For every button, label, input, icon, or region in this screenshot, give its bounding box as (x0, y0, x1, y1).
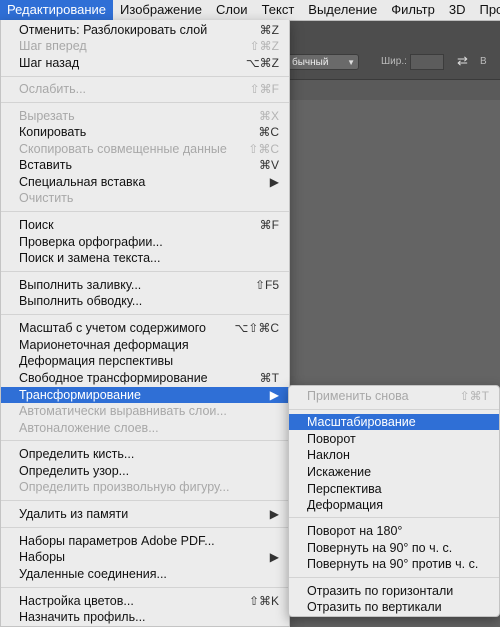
menu-item-paste-special[interactable]: Специальная вставка ▶ (1, 174, 289, 190)
menu-item-clear[interactable]: Очистить (1, 190, 289, 206)
chevron-right-icon: ▶ (269, 388, 279, 402)
menu-item-step-forward[interactable]: Шаг вперед ⇧⌘Z (1, 38, 289, 54)
submenu-item-flip-horizontal[interactable]: Отразить по горизонтали (289, 583, 499, 599)
menu-item-content-aware-scale[interactable]: Масштаб с учетом содержимого ⌥⇧⌘C (1, 320, 289, 336)
menu-item-free-transform[interactable]: Свободное трансформирование ⌘T (1, 370, 289, 386)
menu-item-perspective-warp[interactable]: Деформация перспективы (1, 353, 289, 369)
menu-item-pdf-presets[interactable]: Наборы параметров Adobe PDF... (1, 533, 289, 549)
menu-item-define-brush[interactable]: Определить кисть... (1, 446, 289, 462)
chevron-right-icon: ▶ (269, 507, 279, 521)
menu-item-paste[interactable]: Вставить ⌘V (1, 157, 289, 173)
menu-separator (289, 409, 499, 410)
menu-filter[interactable]: Фильтр (384, 0, 442, 20)
menu-item-auto-align[interactable]: Автоматически выравнивать слои... (1, 403, 289, 419)
menu-item-fade[interactable]: Ослабить... ⇧⌘F (1, 81, 289, 97)
submenu-item-perspective[interactable]: Перспектива (289, 481, 499, 497)
menu-separator (1, 587, 289, 588)
menu-item-color-settings[interactable]: Настройка цветов... ⇧⌘K (1, 593, 289, 609)
menu-separator (1, 314, 289, 315)
transform-submenu: Применить снова ⇧⌘T Масштабирование Повор… (288, 385, 500, 617)
document-tab-strip (285, 80, 500, 100)
menu-item-remote-connections[interactable]: Удаленные соединения... (1, 566, 289, 582)
options-bar: бычный ▼ Шир.: ⇄ В (285, 21, 500, 80)
submenu-item-skew[interactable]: Наклон (289, 447, 499, 463)
edit-menu: Отменить: Разблокировать слой ⌘Z Шаг впер… (0, 20, 290, 627)
menu-item-puppet-warp[interactable]: Марионеточная деформация (1, 337, 289, 353)
menu-item-cut[interactable]: Вырезать ⌘X (1, 108, 289, 124)
menu-separator (1, 211, 289, 212)
submenu-item-warp[interactable]: Деформация (289, 497, 499, 513)
menu-item-find-replace[interactable]: Поиск и замена текста... (1, 250, 289, 266)
menu-item-spell-check[interactable]: Проверка орфографии... (1, 234, 289, 250)
submenu-item-flip-vertical[interactable]: Отразить по вертикали (289, 599, 499, 615)
width-label: Шир.: (381, 56, 407, 67)
menu-item-purge[interactable]: Удалить из памяти ▶ (1, 506, 289, 522)
menu-image[interactable]: Изображение (113, 0, 209, 20)
menu-layers[interactable]: Слои (209, 0, 255, 20)
menu-view[interactable]: Про (472, 0, 500, 20)
menu-separator (1, 271, 289, 272)
menu-item-fill[interactable]: Выполнить заливку... ⇧F5 (1, 277, 289, 293)
menu-3d[interactable]: 3D (442, 0, 473, 20)
menu-separator (289, 517, 499, 518)
menu-separator (1, 500, 289, 501)
menu-text[interactable]: Текст (255, 0, 302, 20)
menu-item-presets[interactable]: Наборы ▶ (1, 549, 289, 565)
submenu-item-rotate-90-ccw[interactable]: Повернуть на 90° против ч. с. (289, 556, 499, 572)
menu-edit[interactable]: Редактирование (0, 0, 114, 20)
menu-item-define-pattern[interactable]: Определить узор... (1, 463, 289, 479)
menu-separator (1, 76, 289, 77)
menu-item-undo[interactable]: Отменить: Разблокировать слой ⌘Z (1, 22, 289, 38)
menu-item-stroke[interactable]: Выполнить обводку... (1, 293, 289, 309)
submenu-item-scale[interactable]: Масштабирование (289, 414, 499, 430)
height-label: В (480, 56, 487, 67)
app-menubar: Редактирование Изображение Слои Текст Вы… (0, 0, 500, 21)
menu-select[interactable]: Выделение (301, 0, 384, 20)
submenu-item-rotate-90-cw[interactable]: Повернуть на 90° по ч. с. (289, 540, 499, 556)
swap-icon[interactable]: ⇄ (457, 53, 468, 69)
submenu-item-rotate[interactable]: Поворот (289, 431, 499, 447)
chevron-right-icon: ▶ (269, 550, 279, 564)
submenu-item-rotate-180[interactable]: Поворот на 180° (289, 523, 499, 539)
menu-item-assign-profile[interactable]: Назначить профиль... (1, 609, 289, 625)
menu-item-copy[interactable]: Копировать ⌘C (1, 124, 289, 140)
blend-mode-value: бычный (292, 57, 329, 68)
submenu-item-distort[interactable]: Искажение (289, 464, 499, 480)
menu-separator (1, 440, 289, 441)
chevron-down-icon: ▼ (347, 58, 355, 67)
menu-item-search[interactable]: Поиск ⌘F (1, 217, 289, 233)
chevron-right-icon: ▶ (269, 175, 279, 189)
menu-item-copy-merged[interactable]: Скопировать совмещенные данные ⇧⌘C (1, 141, 289, 157)
menu-separator (289, 577, 499, 578)
menu-item-step-back[interactable]: Шаг назад ⌥⌘Z (1, 55, 289, 71)
menu-separator (1, 527, 289, 528)
submenu-item-again[interactable]: Применить снова ⇧⌘T (289, 388, 499, 404)
width-input[interactable] (410, 54, 444, 70)
menu-item-define-shape[interactable]: Определить произвольную фигуру... (1, 479, 289, 495)
menu-item-transform[interactable]: Трансформирование ▶ (1, 387, 289, 403)
blend-mode-select[interactable]: бычный ▼ (287, 54, 359, 70)
menu-item-auto-blend[interactable]: Автоналожение слоев... (1, 420, 289, 436)
menu-separator (1, 102, 289, 103)
